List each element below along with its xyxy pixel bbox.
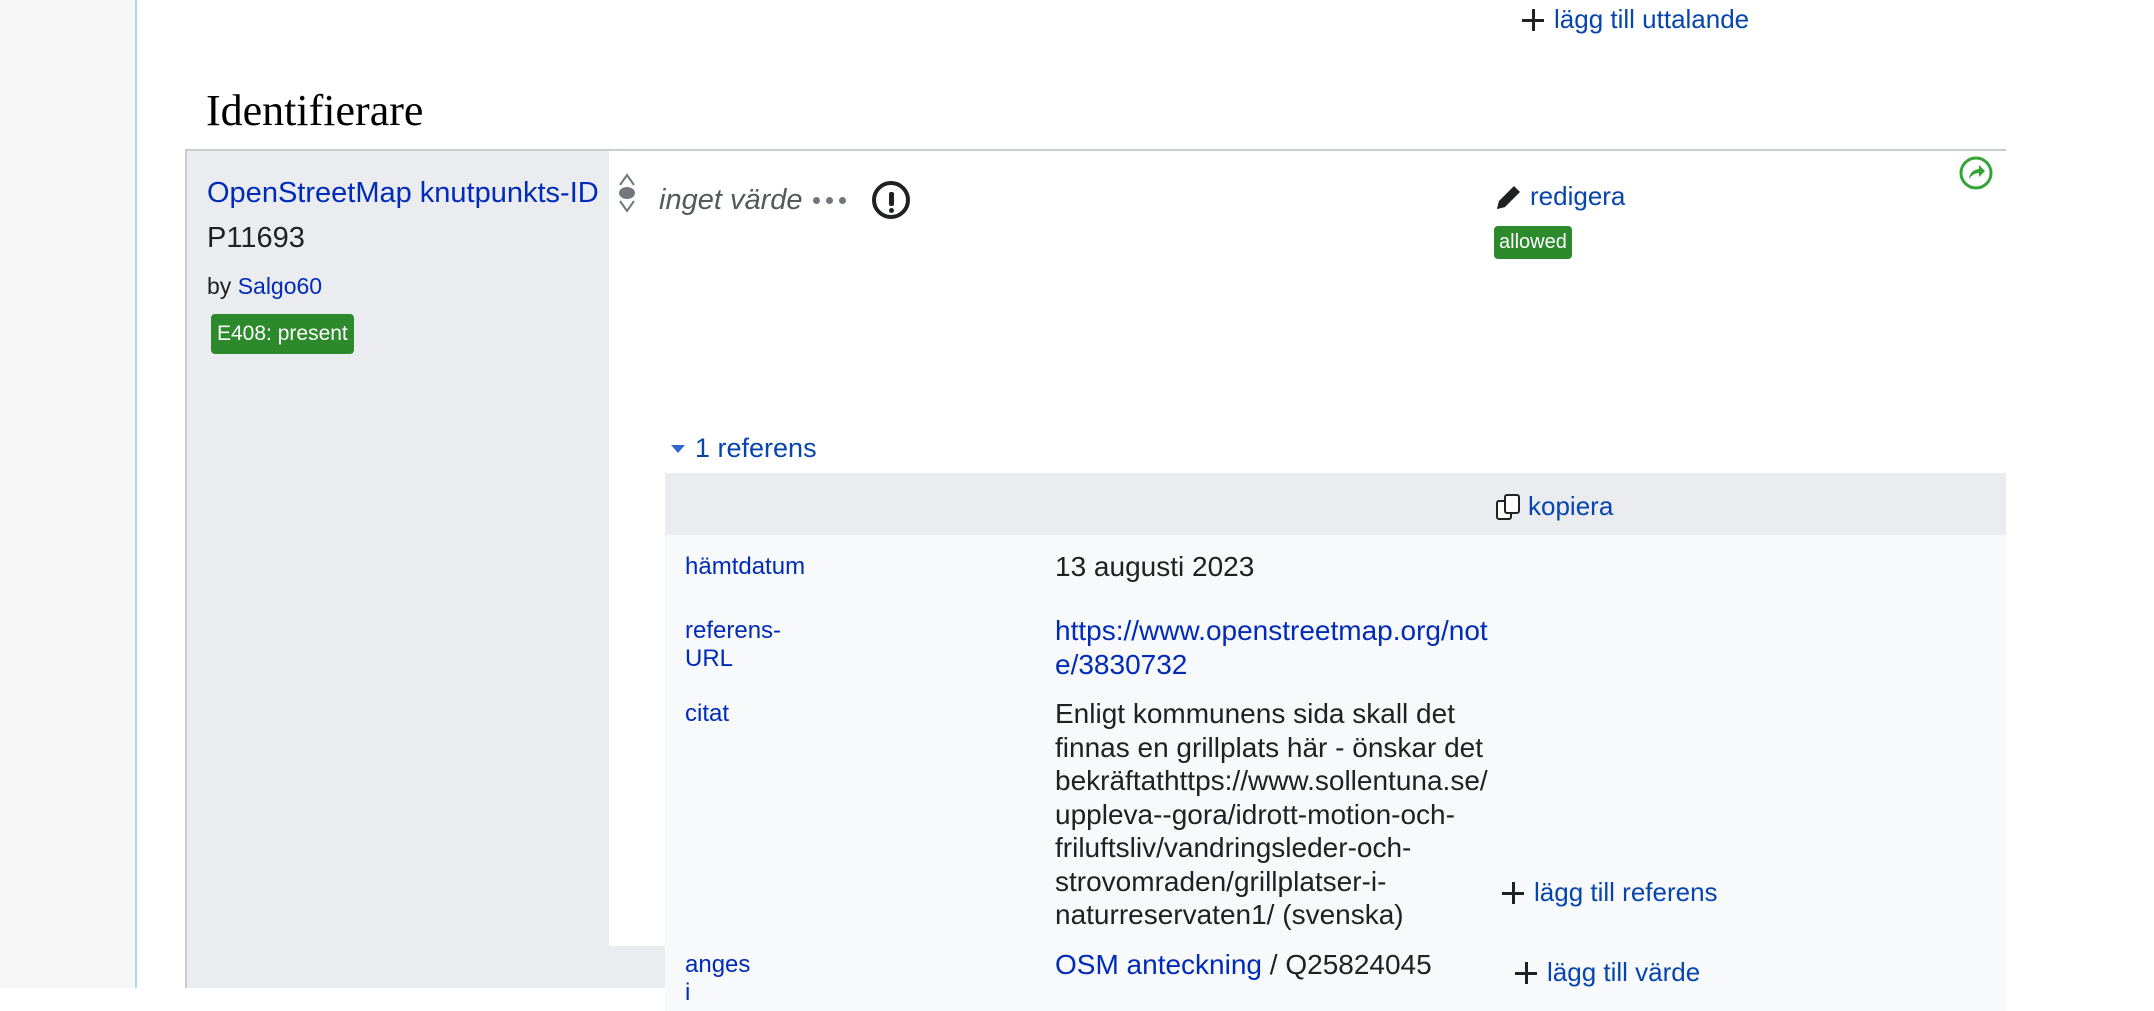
by-prefix: by: [207, 273, 232, 299]
quote-line: friluftsliv/vandringsleder-och-: [1055, 832, 1412, 863]
quote-line: bekräftathttps://www.sollentuna.se/: [1055, 765, 1488, 796]
references-toggle-label: 1 referens: [695, 433, 817, 463]
plus-icon: [1522, 8, 1544, 31]
stated-in-value: OSM anteckning / Q25824045: [1055, 948, 1495, 982]
property-id: P11693: [207, 222, 305, 254]
reference-box: kopiera hämtdatum 13 augusti 2023 refere…: [665, 473, 2006, 1011]
add-reference-label: lägg till referens: [1534, 877, 1718, 907]
reference-url-link[interactable]: https://www.openstreetmap.org/not e/3830…: [1055, 614, 1495, 681]
references-toggle[interactable]: 1 referens: [671, 433, 817, 464]
pencil-icon: [1497, 185, 1520, 209]
quote-line: uppleva--gora/idrott-motion-och-: [1055, 798, 1455, 830]
status-badge: allowed: [1494, 226, 1572, 259]
copy-button[interactable]: kopiera: [1494, 491, 1613, 522]
url-line: e/3830732: [1055, 648, 1188, 680]
property-label-link[interactable]: OpenStreetMap knutpunkts-ID: [207, 177, 607, 210]
expand-triangle-icon: [671, 444, 685, 453]
property-column: OpenStreetMap knutpunkts-ID P11693 by Sa…: [207, 177, 607, 354]
copy-icon: [1496, 493, 1520, 520]
section-heading: Identifierare: [206, 86, 424, 135]
stated-in-id: Q25824045: [1285, 949, 1432, 980]
plus-icon: [1515, 961, 1537, 984]
add-value-button[interactable]: lägg till värde: [1515, 957, 1700, 988]
warning-icon[interactable]: [871, 181, 910, 219]
add-reference-button[interactable]: lägg till referens: [1502, 877, 1718, 908]
reference-toolbar: kopiera: [665, 473, 2006, 535]
snak-property-link[interactable]: hämtdatum: [685, 553, 805, 581]
statement-value: inget värde: [659, 181, 910, 219]
copy-label: kopiera: [1528, 491, 1614, 521]
plus-icon: [1502, 881, 1524, 904]
constraint-badge: E408: present: [211, 314, 354, 354]
rank-selector-icon[interactable]: [617, 171, 637, 215]
edit-label: redigera: [1530, 181, 1626, 211]
novalue-text: inget värde: [659, 183, 803, 216]
by-line: by Salgo60: [207, 273, 607, 300]
snak-type-menu-icon[interactable]: [812, 196, 846, 204]
statement: inget värde redigera allowed 1 referens: [609, 151, 2006, 1011]
snak-property-link[interactable]: citat: [685, 700, 729, 728]
quote-line: Enligt kommunens sida skall det: [1055, 698, 1455, 729]
quote-line: finnas en grillplats här - önskar det: [1055, 731, 1483, 763]
stated-in-separator: /: [1262, 949, 1286, 980]
url-line: https://www.openstreetmap.org/not: [1055, 615, 1488, 646]
add-pronunciation-label: lägg till uttalande: [1554, 4, 1750, 34]
statement-group: OpenStreetMap knutpunkts-ID P11693 by Sa…: [185, 149, 2006, 1011]
quote-value: Enligt kommunens sida skall det finnas e…: [1055, 697, 1495, 932]
left-gutter: [0, 0, 137, 988]
snak-property-link[interactable]: referens-URL: [685, 617, 781, 673]
edit-column: redigera allowed: [1494, 181, 1625, 259]
entity-link-icon[interactable]: [1958, 155, 1994, 191]
quote-line: naturreservaten1/ (svenska): [1055, 899, 1404, 930]
add-pronunciation-link[interactable]: lägg till uttalande: [1522, 4, 1749, 35]
user-link[interactable]: Salgo60: [238, 273, 322, 299]
snak-value: 13 augusti 2023: [1055, 551, 1255, 582]
snak-property-link[interactable]: anges i: [685, 951, 750, 1007]
edit-button[interactable]: redigera: [1494, 181, 1625, 212]
add-value-label: lägg till värde: [1547, 957, 1701, 987]
quote-line: strovomraden/grillplatser-i-: [1055, 865, 1387, 897]
stated-in-link[interactable]: OSM anteckning: [1055, 949, 1262, 980]
